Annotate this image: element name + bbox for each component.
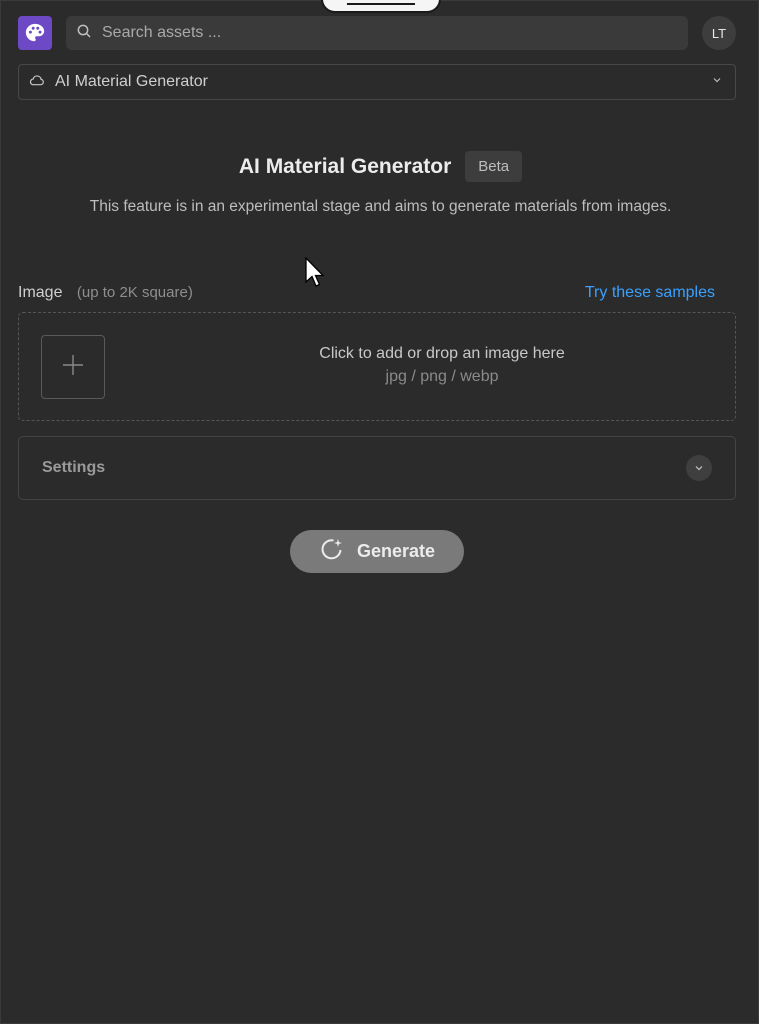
search-input[interactable] xyxy=(102,24,688,42)
plus-icon xyxy=(61,353,85,382)
settings-accordion[interactable]: Settings xyxy=(18,436,736,500)
sparkle-moon-icon xyxy=(319,536,345,567)
chevron-down-icon xyxy=(711,73,723,91)
add-image-button[interactable] xyxy=(41,335,105,399)
image-label-row: Image (up to 2K square) Try these sample… xyxy=(18,284,715,302)
tool-selector-label: AI Material Generator xyxy=(55,73,208,90)
cloud-icon xyxy=(29,73,45,92)
top-notch xyxy=(321,0,441,13)
page-description: This feature is in an experimental stage… xyxy=(89,198,672,215)
settings-label: Settings xyxy=(42,459,106,476)
image-label: Image xyxy=(18,284,63,301)
image-dropzone[interactable]: Click to add or drop an image here jpg /… xyxy=(18,312,736,421)
dropzone-formats: jpg / png / webp xyxy=(385,368,499,385)
try-samples-link[interactable]: Try these samples xyxy=(585,284,715,302)
hero-section: AI Material Generator Beta This feature … xyxy=(1,151,759,216)
header: LT xyxy=(18,15,736,51)
dropzone-instruction: Click to add or drop an image here xyxy=(319,345,565,362)
app-window: LT AI Material Generator AI Material Gen… xyxy=(0,0,759,1024)
search-bar[interactable] xyxy=(66,16,688,50)
search-icon xyxy=(76,23,92,44)
generate-button[interactable]: Generate xyxy=(290,530,464,573)
page-title: AI Material Generator xyxy=(238,154,452,178)
hero-title-row: AI Material Generator Beta xyxy=(1,151,759,182)
beta-badge: Beta xyxy=(465,151,523,182)
image-size-hint: (up to 2K square) xyxy=(76,284,193,301)
palette-icon[interactable] xyxy=(18,16,52,50)
generate-label: Generate xyxy=(356,541,436,561)
tool-selector-dropdown[interactable]: AI Material Generator xyxy=(18,64,736,100)
dropzone-text: Click to add or drop an image here jpg /… xyxy=(149,345,735,386)
chevron-down-icon[interactable] xyxy=(686,455,712,481)
avatar[interactable]: LT xyxy=(702,16,736,50)
